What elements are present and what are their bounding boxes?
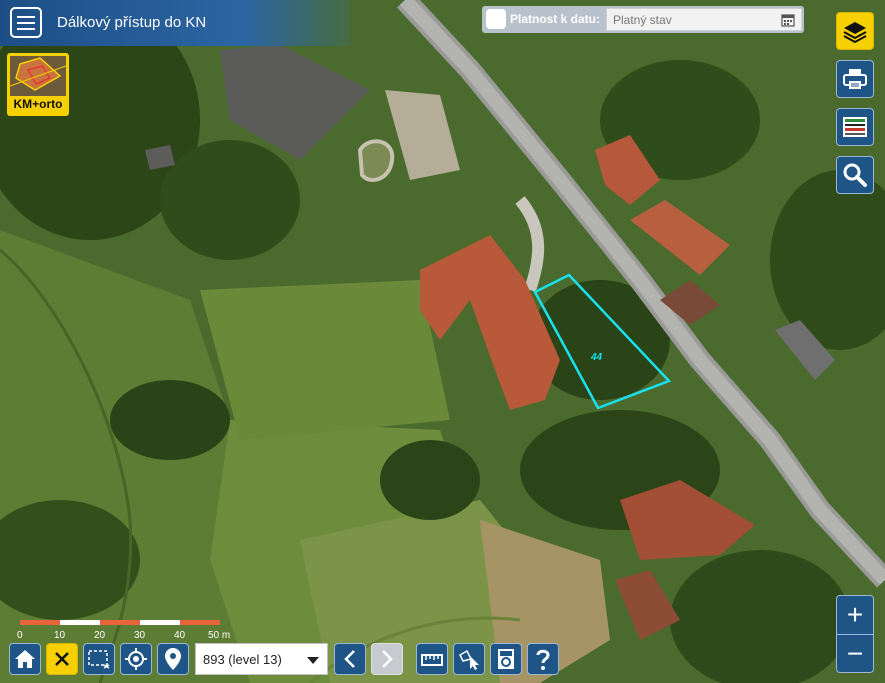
validity-checkbox[interactable]: [486, 9, 506, 29]
scale-select[interactable]: 893 (level 13): [195, 643, 328, 675]
scale-tick: 40: [174, 630, 186, 641]
select-parcel-icon: [459, 649, 479, 670]
help-button[interactable]: [527, 643, 559, 675]
basemap-switch-button[interactable]: KM+orto: [7, 53, 69, 116]
place-marker-button[interactable]: [157, 643, 189, 675]
select-parcel-button[interactable]: [453, 643, 485, 675]
layers-button[interactable]: [836, 12, 874, 50]
calendar-icon[interactable]: [781, 13, 795, 27]
scale-tick: 0: [17, 630, 23, 641]
search-button[interactable]: [836, 156, 874, 194]
search-icon: [843, 163, 867, 187]
scale-tick: 20: [94, 630, 106, 641]
scale-tick: 10: [54, 630, 66, 641]
export-pdf-button[interactable]: [490, 643, 522, 675]
help-icon: [536, 649, 550, 670]
app-header: Dálkový přístup do KN: [0, 0, 350, 46]
validity-date-input[interactable]: Platný stav: [606, 8, 802, 31]
home-button[interactable]: [9, 643, 41, 675]
prev-icon: [344, 650, 355, 668]
scale-select-value: 893 (level 13): [203, 652, 282, 667]
layers-icon: [843, 22, 867, 43]
clear-selection-button[interactable]: [46, 643, 78, 675]
next-view-button[interactable]: [371, 643, 403, 675]
scale-tick: 50 m: [208, 630, 231, 641]
legend-button[interactable]: [836, 108, 874, 146]
zoom-out-button[interactable]: −: [837, 635, 873, 673]
validity-label: Platnost k datu:: [510, 12, 601, 26]
basemap-label: KM+orto: [13, 97, 63, 111]
select-area-icon: [88, 650, 110, 669]
marker-icon: [165, 648, 181, 670]
map-viewer: 44 Dálkový přístup do KN Platnost k datu…: [0, 0, 885, 683]
basemap-thumbnail: [10, 56, 66, 96]
hamburger-icon: [17, 15, 35, 18]
chevron-down-icon: [307, 657, 319, 664]
hamburger-icon: [17, 21, 35, 24]
close-icon: [55, 652, 69, 666]
zoom-control: + −: [836, 595, 874, 673]
locate-icon: [125, 648, 147, 670]
zoom-in-button[interactable]: +: [837, 596, 873, 635]
hamburger-icon: [17, 27, 35, 30]
validity-date-panel: Platnost k datu: Platný stav: [482, 6, 804, 33]
next-icon: [382, 650, 393, 668]
print-icon: [843, 69, 867, 89]
select-area-button[interactable]: [83, 643, 115, 675]
locate-me-button[interactable]: [120, 643, 152, 675]
previous-view-button[interactable]: [334, 643, 366, 675]
home-icon: [15, 650, 35, 668]
print-button[interactable]: [836, 60, 874, 98]
app-title: Dálkový přístup do KN: [57, 14, 207, 31]
legend-icon: [843, 117, 867, 137]
measure-icon: [421, 654, 443, 666]
scale-tick: 30: [134, 630, 146, 641]
orthophoto-map[interactable]: 44: [0, 0, 885, 683]
parcel-number: 44: [590, 352, 603, 363]
validity-date-placeholder: Platný stav: [613, 13, 672, 27]
menu-button[interactable]: [10, 7, 42, 38]
measure-button[interactable]: [416, 643, 448, 675]
pdf-icon: [498, 649, 514, 669]
scale-bar: [20, 620, 220, 625]
